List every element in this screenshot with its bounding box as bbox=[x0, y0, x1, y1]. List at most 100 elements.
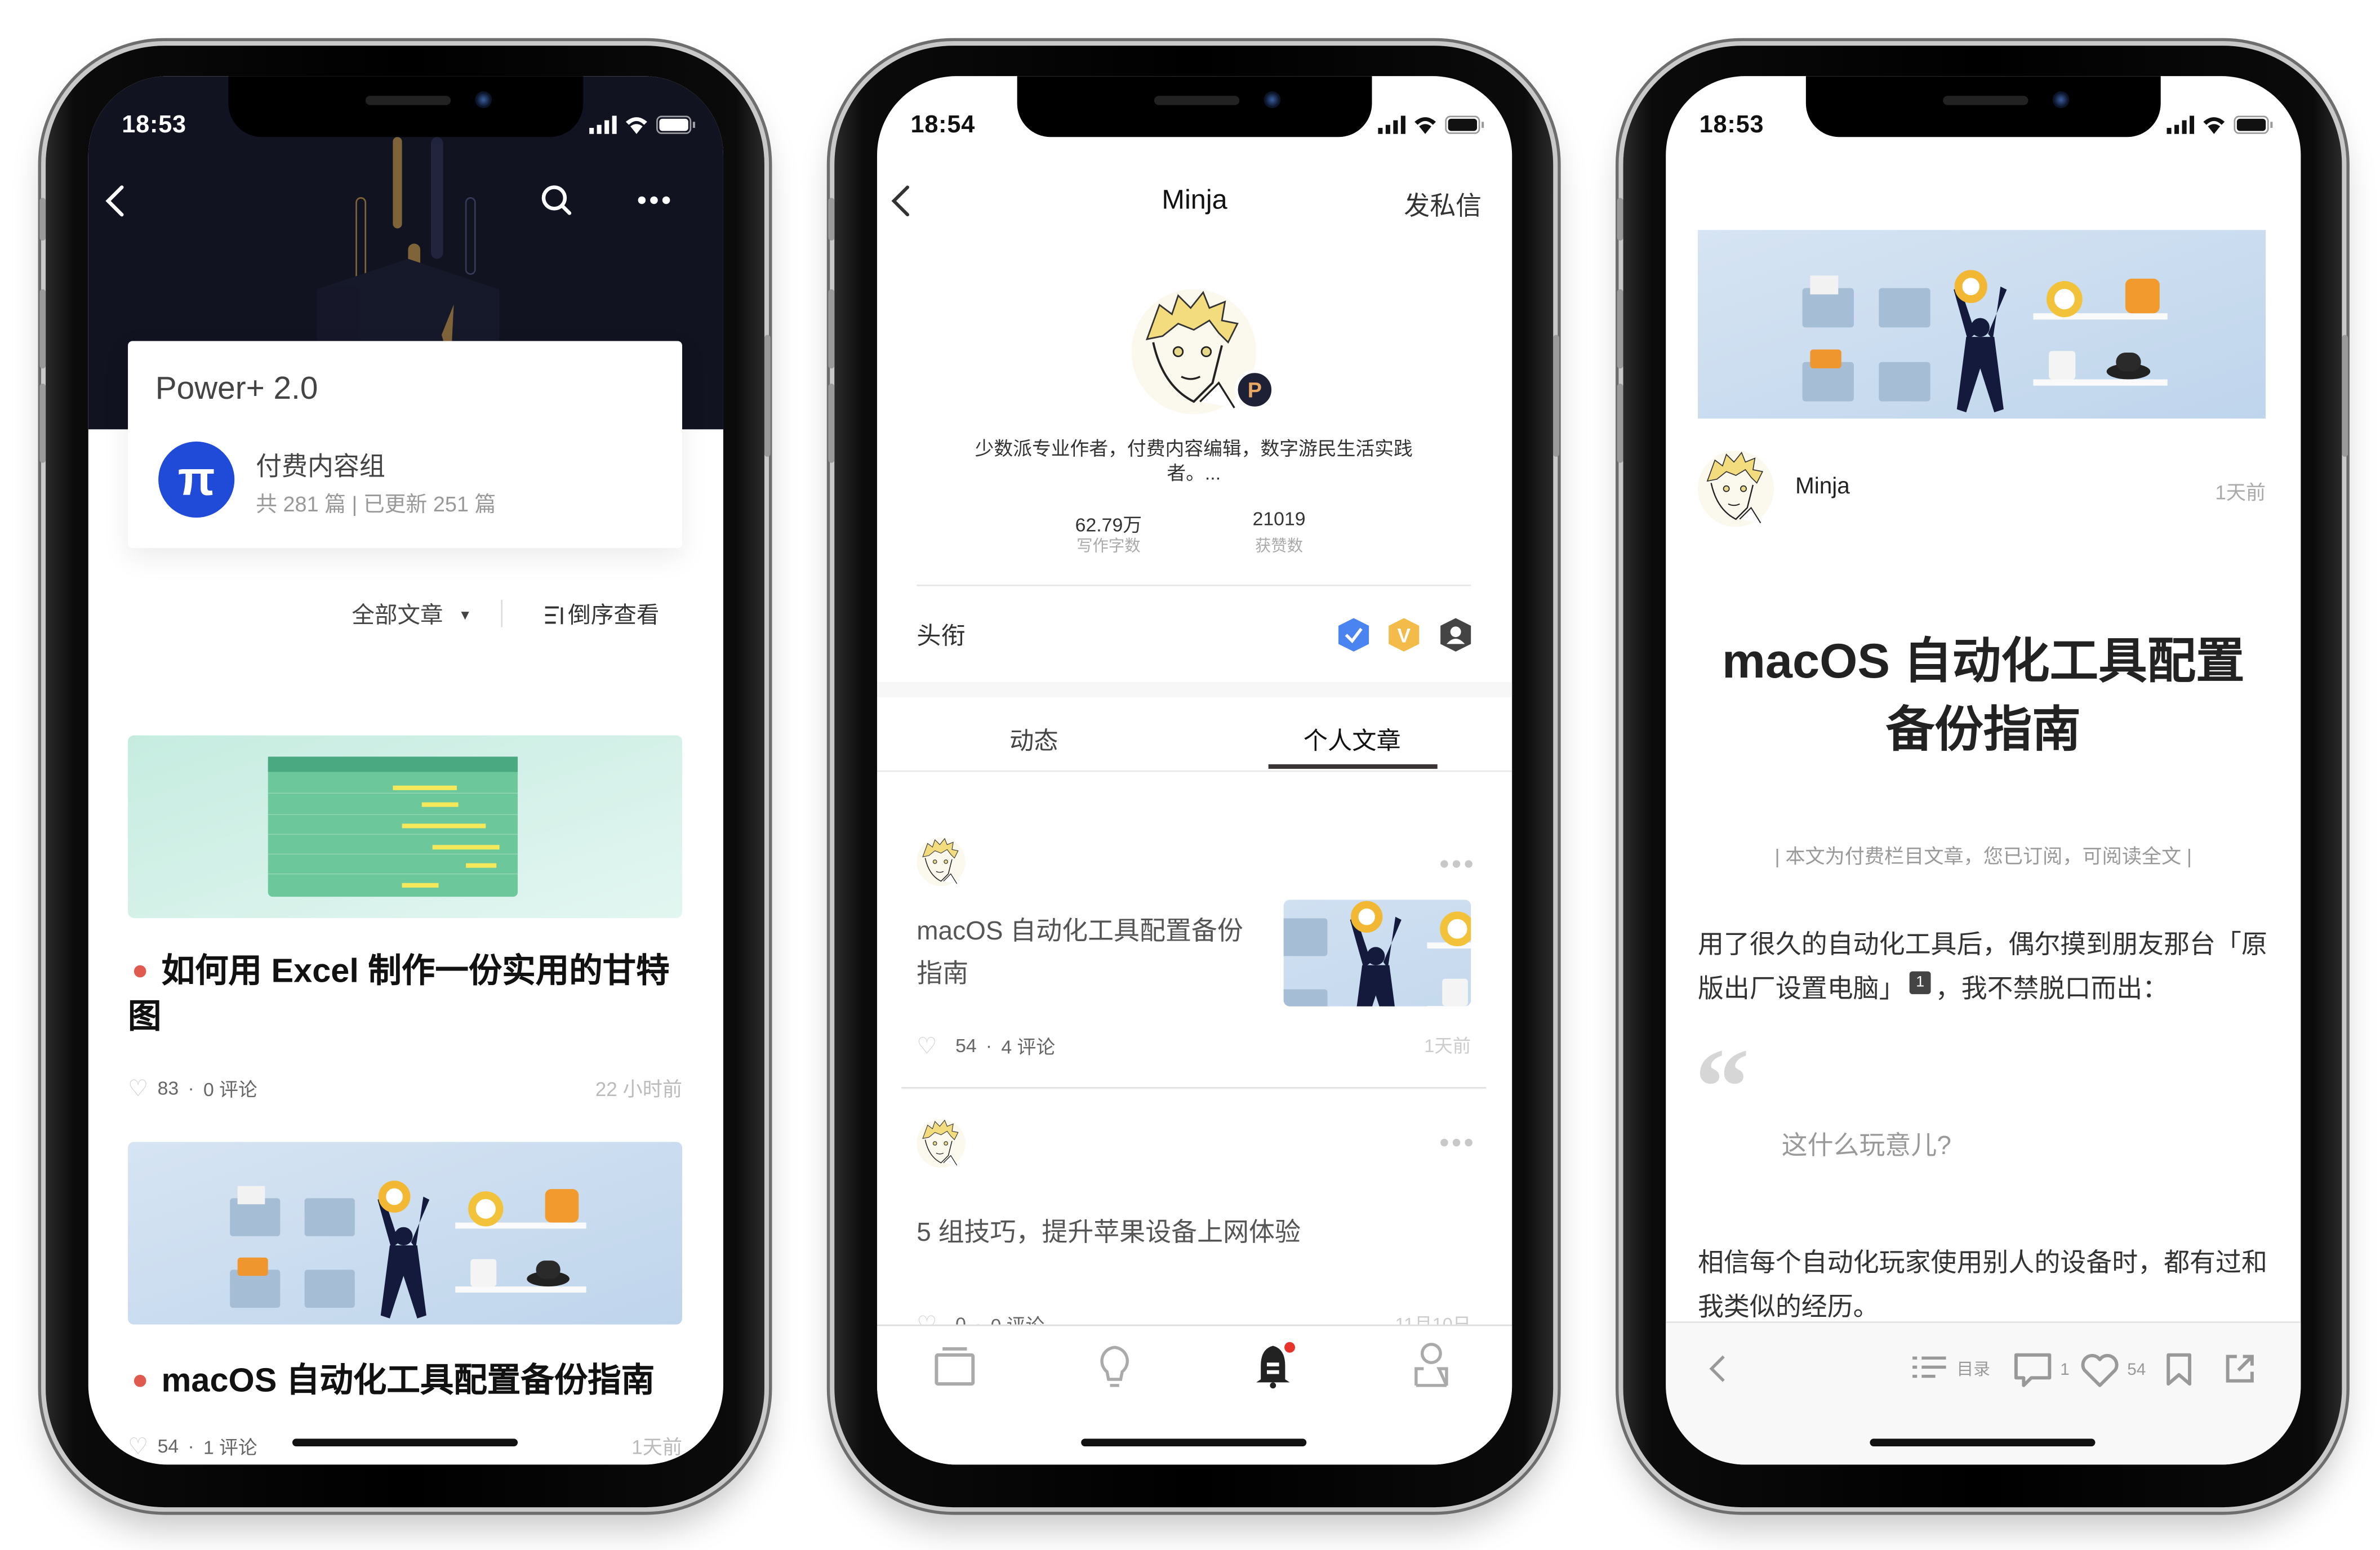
section-separator bbox=[877, 682, 1512, 698]
article-time: 1天前 bbox=[631, 1436, 682, 1459]
article-banner-image[interactable] bbox=[1698, 230, 2266, 418]
column-title: Power+ 2.0 bbox=[155, 371, 318, 407]
toc-button[interactable]: 目录 bbox=[1911, 1353, 1990, 1384]
home-indicator[interactable] bbox=[1870, 1438, 2096, 1446]
article-title[interactable]: macOS 自动化工具配置备份指南 bbox=[128, 1358, 682, 1404]
article-title[interactable]: 5 组技巧，提升苹果设备上网体验 bbox=[917, 1212, 1471, 1255]
divider bbox=[877, 770, 1512, 772]
heart-icon[interactable]: ♡ bbox=[128, 1432, 148, 1459]
home-icon[interactable] bbox=[933, 1344, 976, 1387]
sort-icon bbox=[545, 605, 563, 623]
back-icon[interactable] bbox=[1705, 1352, 1729, 1385]
tab-activity[interactable]: 动态 bbox=[958, 720, 1110, 757]
tab-articles[interactable]: 个人文章 bbox=[1276, 720, 1428, 757]
caret-down-icon: ▼ bbox=[458, 607, 472, 622]
article-meta: ♡ 54 · 4 评论 bbox=[917, 1031, 1055, 1059]
power-badge-icon: P bbox=[1235, 369, 1275, 410]
signal-icon bbox=[2167, 115, 2195, 134]
article-meta: ♡ 83 · 0 评论 bbox=[128, 1074, 257, 1102]
article-paragraph: 相信每个自动化玩家使用别人的设备时，都有过和我类似的经历。 bbox=[1697, 1248, 2267, 1322]
article-title[interactable]: macOS 自动化工具配置备份指南 bbox=[917, 910, 1244, 995]
stat-label: 写作字数 bbox=[1076, 537, 1141, 556]
article-paragraph: 用了很久的自动化工具后，偶尔摸到朋友那台「原版出厂设置电脑」 1 ，我不禁脱口而出： bbox=[1697, 930, 2267, 1004]
status-bar: 18:54 bbox=[877, 106, 1512, 146]
home-indicator[interactable] bbox=[1081, 1438, 1307, 1446]
battery-icon bbox=[2234, 115, 2273, 134]
profile-bio: 少数派专业作者，付费内容编辑，数字游民生活实践者。... bbox=[975, 438, 1413, 484]
article-time: 1天前 bbox=[1424, 1035, 1471, 1057]
status-icons bbox=[589, 115, 696, 134]
back-icon[interactable] bbox=[100, 182, 131, 219]
battery-icon bbox=[656, 115, 695, 134]
search-icon[interactable] bbox=[539, 182, 576, 219]
heart-icon bbox=[2081, 1353, 2119, 1387]
reverse-order-button[interactable]: 倒序查看 bbox=[544, 598, 659, 630]
all-articles-dropdown[interactable]: 全部文章 ▼ bbox=[352, 598, 471, 630]
author-name[interactable]: Minja bbox=[1795, 474, 1850, 500]
verified-badge-icon[interactable] bbox=[1337, 618, 1370, 652]
vip-badge-icon[interactable]: V bbox=[1387, 618, 1421, 652]
like-button[interactable]: 54 bbox=[2080, 1352, 2146, 1388]
author-avatar[interactable] bbox=[917, 838, 965, 886]
quote-mark-icon: “ bbox=[1694, 1026, 1750, 1148]
article-time: 1天前 bbox=[2215, 481, 2266, 504]
comment-count: 1 bbox=[2060, 1361, 2070, 1380]
signal-icon bbox=[589, 115, 617, 134]
member-badge-icon[interactable] bbox=[1439, 618, 1472, 652]
active-tab-indicator bbox=[1268, 764, 1438, 769]
more-icon[interactable] bbox=[638, 196, 670, 204]
article-thumbnail-automation[interactable] bbox=[128, 1142, 682, 1324]
more-icon[interactable] bbox=[1440, 860, 1473, 868]
home-indicator[interactable] bbox=[292, 1438, 518, 1446]
group-name[interactable]: 付费内容组 bbox=[256, 444, 385, 483]
article-thumbnail[interactable] bbox=[1284, 900, 1471, 1006]
phone-profile-page: 18:54 Minja 发私信 P 少数派专业作者，付费内容编辑，数字游民生活实… bbox=[828, 46, 1559, 1508]
bell-icon[interactable] bbox=[1252, 1341, 1297, 1389]
divider bbox=[501, 600, 503, 627]
stat-value: 21019 bbox=[1252, 508, 1306, 530]
heart-icon[interactable]: ♡ bbox=[917, 1031, 937, 1059]
lightbulb-icon[interactable] bbox=[1096, 1344, 1133, 1390]
article-title[interactable]: 如何用 Excel 制作一份实用的甘特图 bbox=[128, 948, 682, 1040]
svg-text:V: V bbox=[1398, 625, 1411, 647]
status-time: 18:53 bbox=[122, 113, 186, 139]
wifi-icon bbox=[2203, 117, 2225, 134]
more-icon[interactable] bbox=[1440, 1138, 1473, 1147]
stat-label: 获赞数 bbox=[1255, 537, 1304, 556]
blockquote-text: 这什么玩意儿? bbox=[1781, 1131, 1951, 1160]
comments-button[interactable]: 1 bbox=[2013, 1352, 2070, 1388]
battery-icon bbox=[1445, 115, 1484, 134]
wifi-icon bbox=[1414, 117, 1436, 134]
status-time: 18:54 bbox=[910, 113, 976, 139]
group-stats: 共 281 篇 | 已更新 251 篇 bbox=[256, 492, 496, 516]
unread-dot bbox=[134, 1374, 146, 1387]
send-message-button[interactable]: 发私信 bbox=[1404, 184, 1482, 222]
article-title: macOS 自动化工具配置备份指南 bbox=[1721, 633, 2245, 757]
toc-label: 目录 bbox=[1956, 1361, 1990, 1380]
reverse-order-label: 倒序查看 bbox=[568, 603, 660, 629]
article-meta: ♡ 54 · 1 评论 bbox=[128, 1431, 257, 1460]
status-icons bbox=[1378, 115, 1484, 134]
share-icon[interactable] bbox=[2223, 1352, 2257, 1385]
group-avatar[interactable]: π bbox=[158, 441, 235, 518]
wifi-icon bbox=[625, 117, 647, 134]
article-time: 22 小时前 bbox=[595, 1077, 682, 1101]
like-count: 54 bbox=[2127, 1361, 2146, 1380]
heart-icon[interactable]: ♡ bbox=[128, 1074, 148, 1102]
signal-icon bbox=[1378, 115, 1405, 134]
footnote-marker[interactable]: 1 bbox=[1909, 972, 1931, 995]
all-articles-label: 全部文章 bbox=[352, 603, 443, 629]
paywall-notice: | 本文为付费栏目文章，您已订阅，可阅读全文 | bbox=[1774, 845, 2192, 868]
status-time: 18:53 bbox=[1699, 113, 1764, 139]
phone-article-page: 18:53 Minja 1天前 macOS 自动化工具配置备份指南 | 本文为付… bbox=[1617, 46, 2348, 1508]
list-icon bbox=[1912, 1356, 1946, 1378]
divider bbox=[917, 584, 1471, 586]
status-bar: 18:53 bbox=[1666, 106, 2301, 146]
author-avatar[interactable] bbox=[1698, 451, 1774, 527]
author-avatar[interactable] bbox=[917, 1119, 965, 1168]
profile-icon[interactable] bbox=[1412, 1341, 1451, 1389]
article-thumbnail-gantt[interactable] bbox=[128, 736, 682, 918]
bookmark-icon[interactable] bbox=[2165, 1352, 2193, 1388]
divider bbox=[901, 1087, 1487, 1089]
column-card: Power+ 2.0 π 付费内容组 共 281 篇 | 已更新 251 篇 bbox=[128, 341, 682, 549]
